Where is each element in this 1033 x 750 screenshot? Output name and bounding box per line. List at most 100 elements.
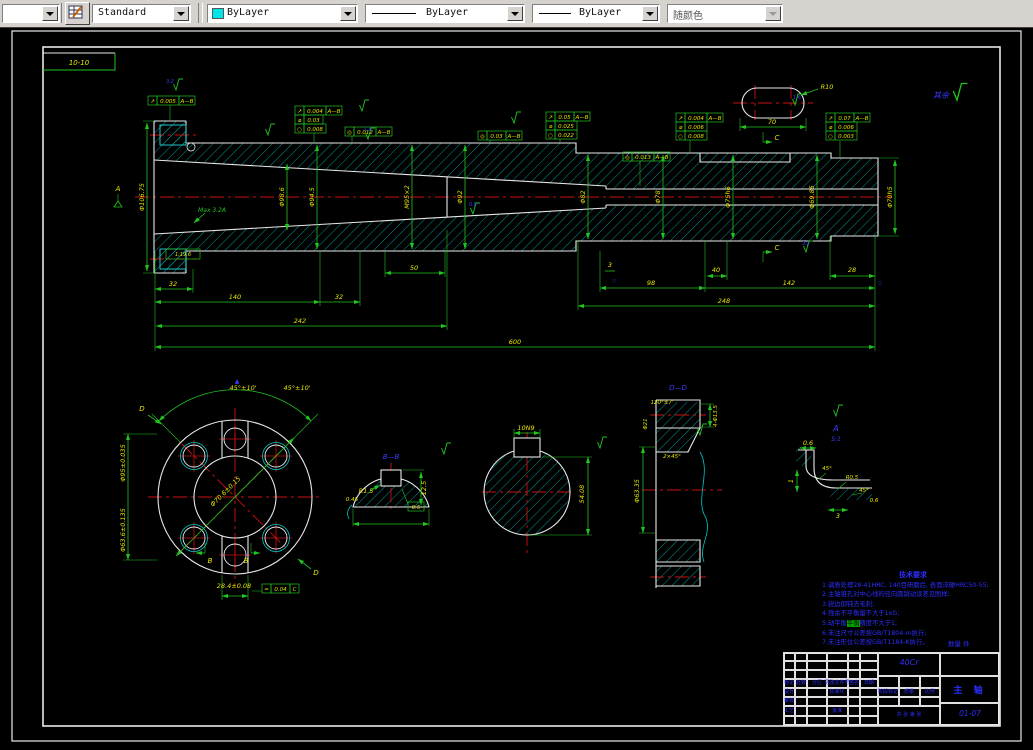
title-block-cell [848,688,860,697]
title-block-cell [920,676,940,688]
title-block-cell [848,670,860,679]
note-line: 1.调质处理28-41HRC, 140目研磨后, 表面淬硬HRC50-55; [822,581,989,589]
technical-notes: 技术要求 1.调质处理28-41HRC, 140目研磨后, 表面淬硬HRC50-… [822,571,1004,648]
text-style-value: Standard [98,7,147,18]
gdt-frame-text: A—B [179,99,193,105]
dim-label: 3 [608,261,612,269]
title-block-cell [920,697,940,706]
section-hatch [154,121,878,586]
dim-label: D—D [669,384,687,392]
dim-label: C [775,244,780,252]
title-block-cell [783,652,795,661]
linetype-dropdown-icon[interactable] [507,6,523,21]
linetype-sample-icon [372,13,416,14]
dim-label: 0.6 [870,498,879,504]
gdt-frame-text: 0.013 [635,155,651,161]
title-block-cell [848,661,860,670]
title-block-cell [807,697,827,706]
gdt-frame-text: ◎ [347,130,352,136]
gdt-frame-text: 0.003 [838,134,854,140]
color-value: ByLayer [227,7,270,18]
dim-label: Φ95±0.035 [119,444,127,481]
title-block-label: 审核 [783,698,795,704]
gdt-frame-text: 0.008 [307,127,323,133]
dim-label: 1:19.6 [175,252,191,258]
named-view-combo[interactable] [2,4,60,23]
dim-label: 98 [647,279,655,287]
color-dropdown-icon[interactable] [340,6,356,21]
gdt-frame-text: 0.004 [688,116,704,122]
lineweight-sample-icon [539,13,571,14]
gdt-frame-text: ○ [678,134,683,140]
title-block-cell [795,652,807,661]
title-block-label: 阶段标记 [877,689,899,695]
title-block-label: 分区 [811,680,823,686]
dim-label: 45°±10' [283,384,310,392]
dim-label: M95×2 [403,185,411,208]
title-block-label: 工艺 [783,708,795,714]
dim-label: 5:1 [831,436,841,443]
gdt-frame-text: 0.004 [307,109,323,115]
gdt-frame-text: A—B [854,116,868,122]
gdt-frame-text: 0.006 [688,125,704,131]
linetype-control-combo[interactable]: ByLayer [365,4,525,23]
title-block-cell [795,697,807,706]
note-line: 3.锐边倒钝去毛刺; [822,600,875,608]
title-block-label: 设计 [783,689,795,695]
gdt-frame-text: C [293,587,297,593]
gdt-frame-text: 0.022 [558,133,574,139]
title-block-cell [807,688,827,697]
text-style-button[interactable] [65,2,90,25]
part-name-field: 主 轴 [953,686,987,696]
text-style-dropdown-icon[interactable] [173,6,189,21]
dim-label: Φ63.35 [633,479,641,503]
dim-label: D [139,405,145,413]
roughness-icon [265,123,275,137]
plotstyle-value: 随颜色 [673,11,703,22]
roughness-icon [833,404,843,418]
text-style-combo[interactable]: Standard [92,4,191,23]
toolbar: Standard ByLayer ByLayer ByLayer 随颜色 [0,0,1033,28]
dim-label: 1 [787,479,795,483]
gdt-frame-text: ↗ [150,99,155,105]
title-block-cell [860,652,878,661]
gdt-frame-text: = [264,587,269,593]
title-block-label: 比例 [924,689,936,695]
named-view-dropdown-icon[interactable] [42,6,58,21]
color-control-combo[interactable]: ByLayer [207,4,358,23]
dim-label: 3.2 [802,241,810,247]
gdt-frame-text: ○ [828,134,833,140]
title-block-cell [899,697,920,706]
title-block-cell [783,670,795,679]
title-block-label: 标准化 [829,689,845,695]
roughness-icon [511,111,521,125]
roughness-icon [441,442,451,456]
dim-label: R1.5 [359,487,374,495]
toolbar-separator [198,3,203,23]
lineweight-value: ByLayer [579,7,622,18]
title-block-cell [827,697,848,706]
gdt-frame-text: A—B [506,134,520,140]
dim-label: B [208,557,213,565]
dim-label: 248 [718,297,730,305]
dim-label: ▽ [878,281,882,287]
lineweight-control-combo[interactable]: ByLayer [532,4,660,23]
dim-label: D [313,569,319,577]
gdt-frame-text: ⌀ [298,118,302,124]
dim-label: 50 [410,264,418,272]
dim-label: Φ78 [654,190,662,203]
note-line: 6.未注尺寸公差按GB/T1804-m执行; [822,629,927,637]
lineweight-dropdown-icon[interactable] [642,6,658,21]
gdt-frame-text: ○ [548,133,553,139]
dim-label: 0.8 [469,202,477,208]
gdt-frame-text: ○ [297,127,302,133]
dim-label: 28 [848,266,856,274]
title-block-cell [807,670,827,679]
title-block-cell [827,716,848,726]
style-table-pencil-icon [68,5,83,19]
notes-title: 技术要求 [899,571,927,579]
dim-label: 120°±7' [651,400,674,406]
dim-label: 45°±10' [229,384,256,392]
gdt-frame-text: 0.04 [274,587,287,593]
dim-label: 12.5 [420,481,428,495]
